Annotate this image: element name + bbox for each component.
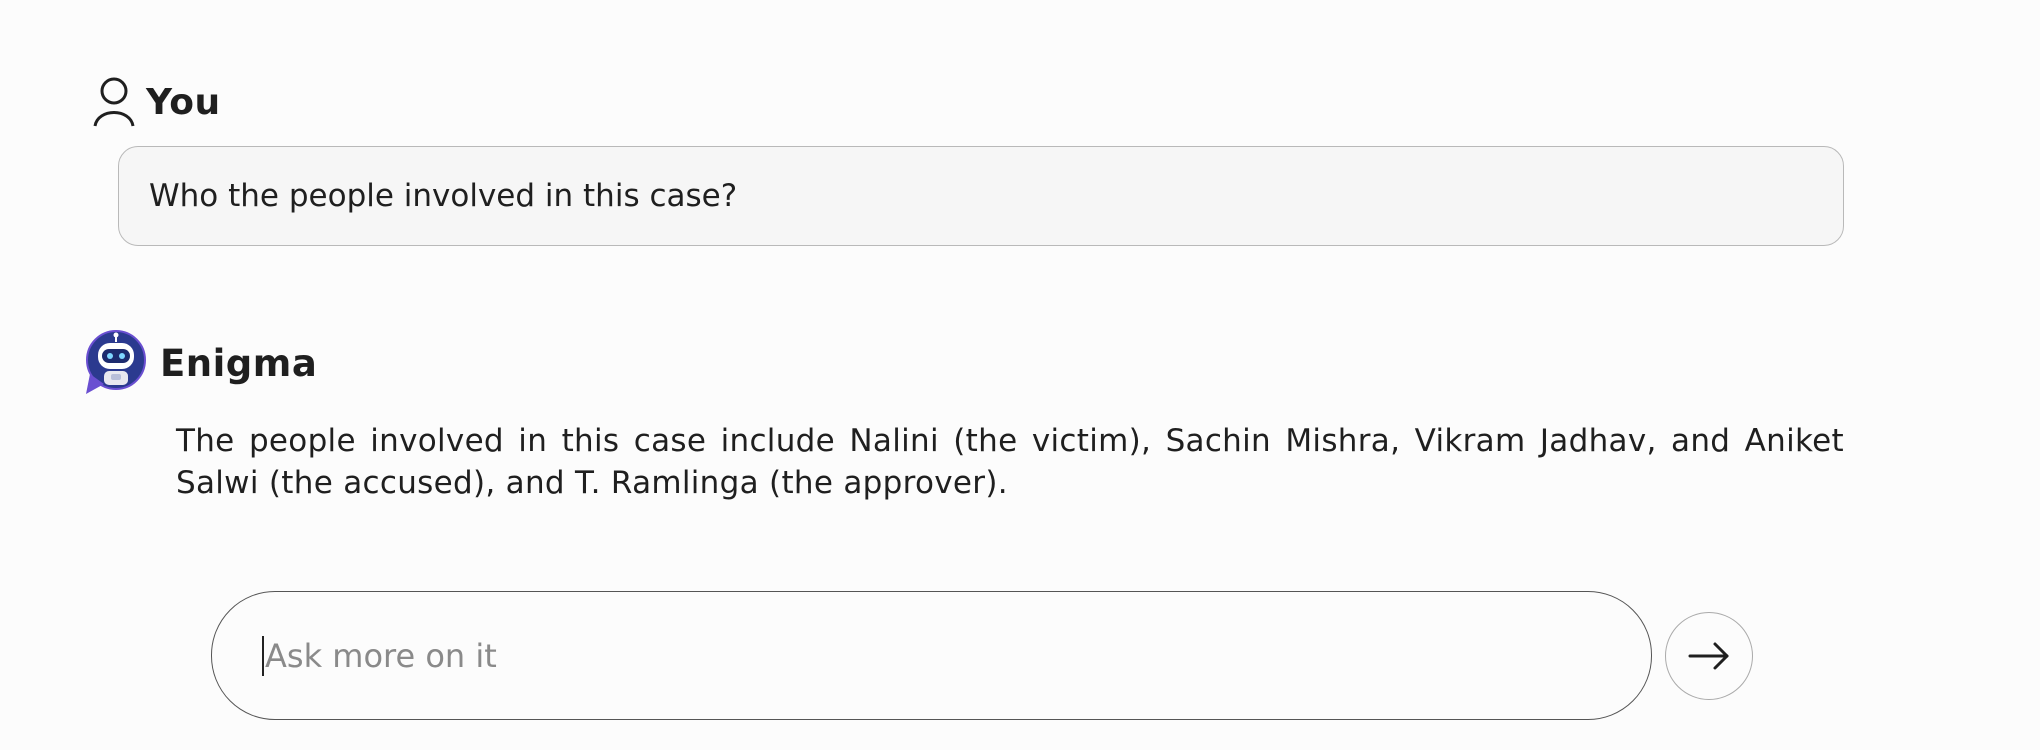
user-message-header: You [92,76,221,128]
text-caret [262,635,264,676]
assistant-message-header: Enigma [84,330,317,396]
user-message-bubble: Who the people involved in this case? [118,146,1844,246]
assistant-name-label: Enigma [160,341,318,385]
user-outline-icon [92,76,136,128]
user-name-label: You [146,81,221,123]
chat-composer[interactable] [211,591,1652,720]
arrow-right-icon [1687,641,1731,671]
user-message-text: Who the people involved in this case? [149,178,738,214]
send-button[interactable] [1665,612,1753,700]
ask-more-input[interactable] [265,636,1565,675]
assistant-message-text: The people involved in this case include… [176,423,1844,501]
chat-page: You Who the people involved in this case… [0,0,2040,750]
robot-avatar-icon [84,330,146,396]
